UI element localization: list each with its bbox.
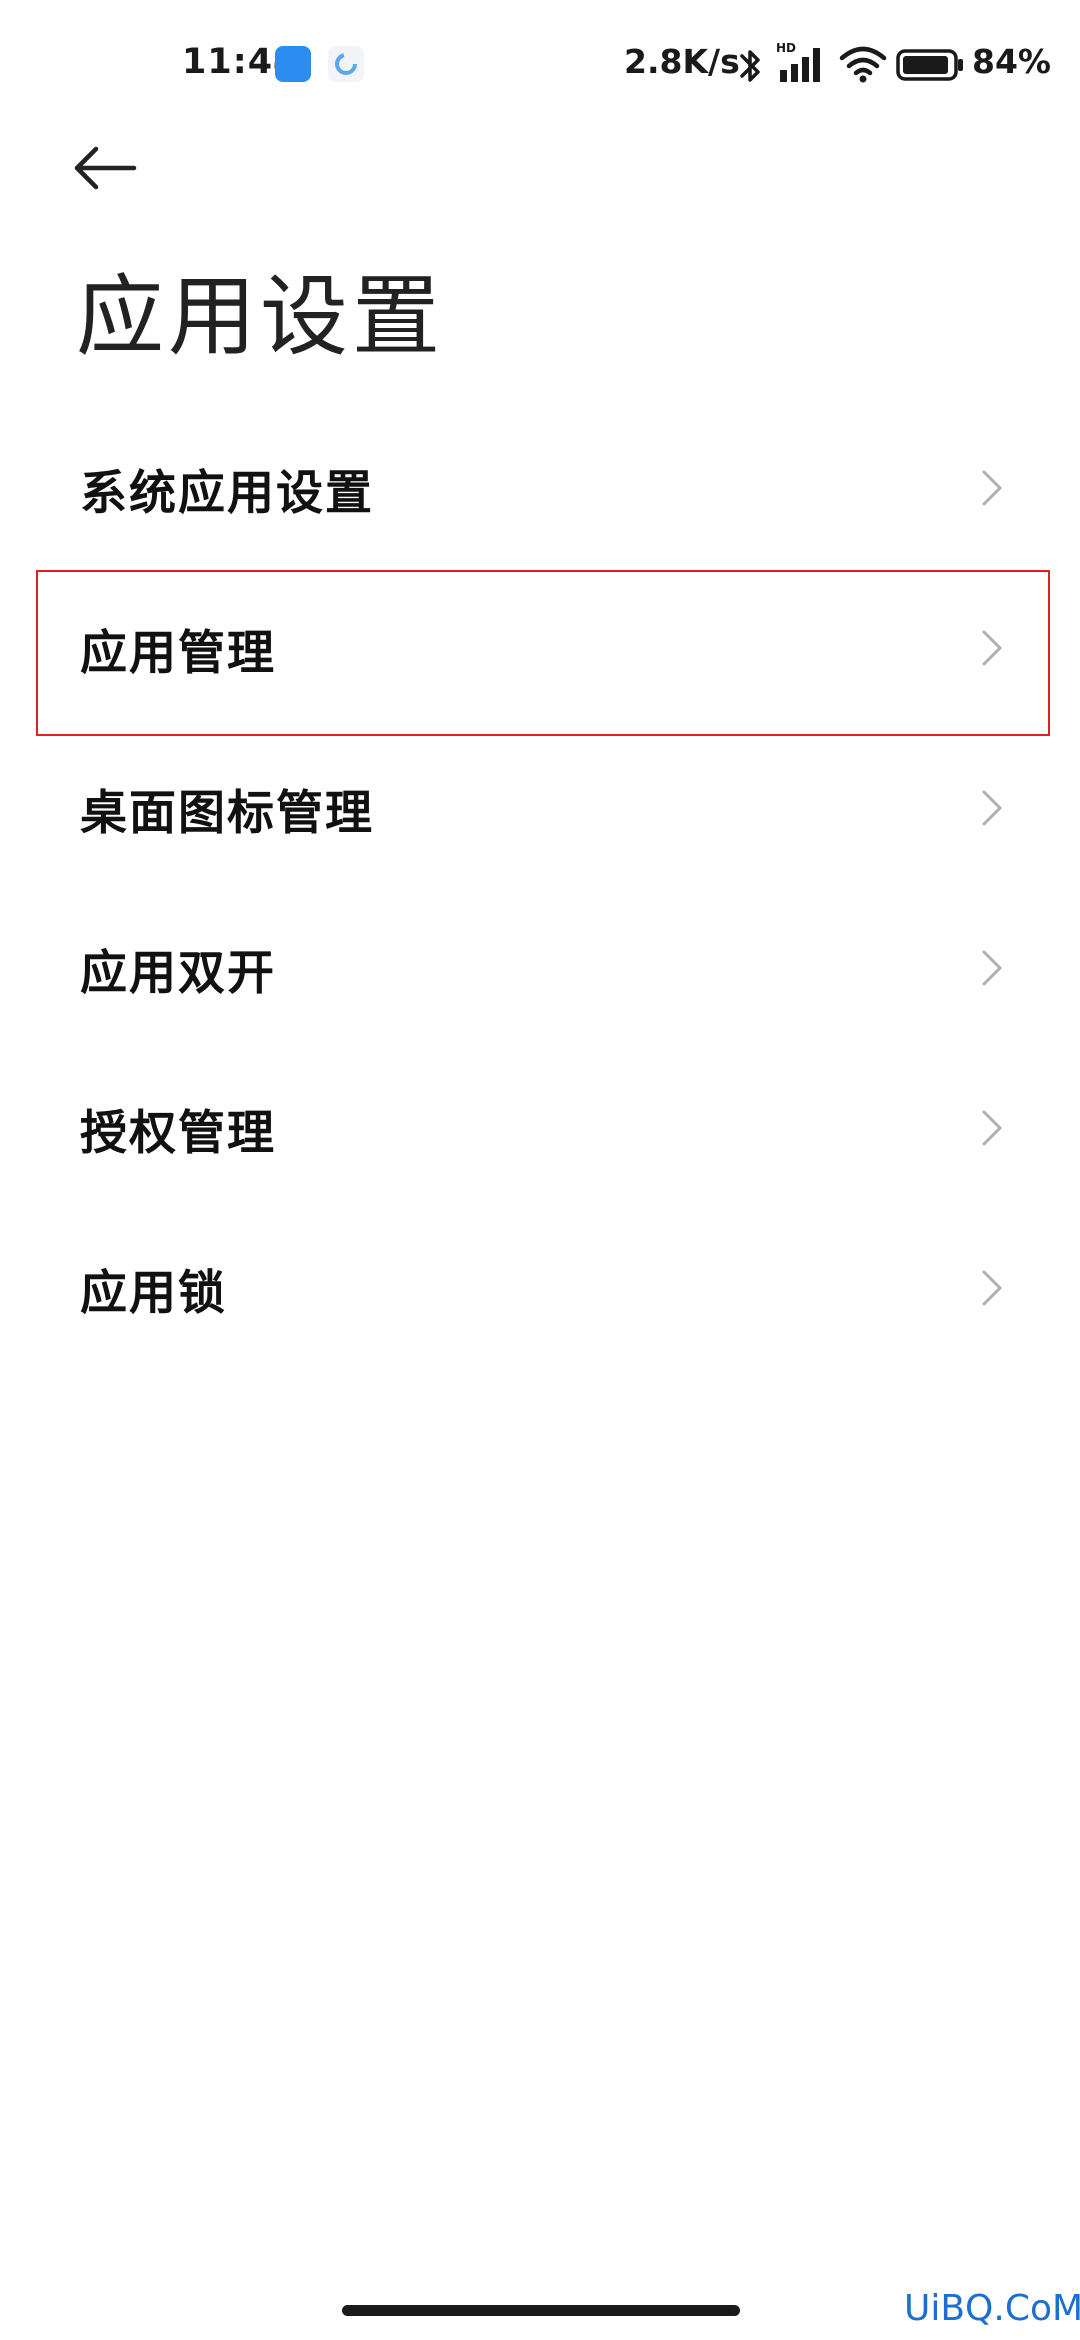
chevron-right-icon <box>980 948 1004 988</box>
bluetooth-icon <box>736 44 766 92</box>
hd-signal-icon: HD <box>776 40 828 90</box>
battery-icon <box>896 48 966 86</box>
app-notification-icon <box>275 46 311 82</box>
battery-percentage: 84% <box>972 42 1051 81</box>
chevron-right-icon <box>980 628 1004 668</box>
app-notification-icon-2 <box>328 46 364 82</box>
chevron-right-icon <box>980 1108 1004 1148</box>
back-button[interactable] <box>72 130 162 210</box>
settings-list: 系统应用设置 应用管理 桌面图标管理 应用双开 授权管理 应用锁 <box>0 408 1080 1368</box>
list-item-label: 应用双开 <box>80 945 276 1001</box>
list-item-label: 桌面图标管理 <box>80 785 374 841</box>
list-item-app-management[interactable]: 应用管理 <box>0 568 1080 728</box>
chevron-right-icon <box>980 788 1004 828</box>
network-speed: 2.8K/s <box>624 42 740 81</box>
list-item-system-app-settings[interactable]: 系统应用设置 <box>0 408 1080 568</box>
list-item-permission-management[interactable]: 授权管理 <box>0 1048 1080 1208</box>
list-item-home-icon-management[interactable]: 桌面图标管理 <box>0 728 1080 888</box>
list-item-dual-apps[interactable]: 应用双开 <box>0 888 1080 1048</box>
list-item-label: 授权管理 <box>80 1105 276 1161</box>
watermark: UiBQ.CoM <box>904 2288 1080 2329</box>
list-item-app-lock[interactable]: 应用锁 <box>0 1208 1080 1368</box>
list-item-label: 应用锁 <box>80 1265 227 1321</box>
svg-text:HD: HD <box>776 41 796 55</box>
chevron-right-icon <box>980 1268 1004 1308</box>
home-indicator[interactable] <box>342 2305 740 2316</box>
chevron-right-icon <box>980 468 1004 508</box>
wifi-icon <box>838 46 888 88</box>
status-bar: 11:44 2.8K/s HD 84% <box>0 0 1080 130</box>
list-item-label: 应用管理 <box>80 625 276 681</box>
page-title: 应用设置 <box>76 265 445 368</box>
list-item-label: 系统应用设置 <box>80 465 374 521</box>
arrow-left-icon <box>72 145 138 195</box>
